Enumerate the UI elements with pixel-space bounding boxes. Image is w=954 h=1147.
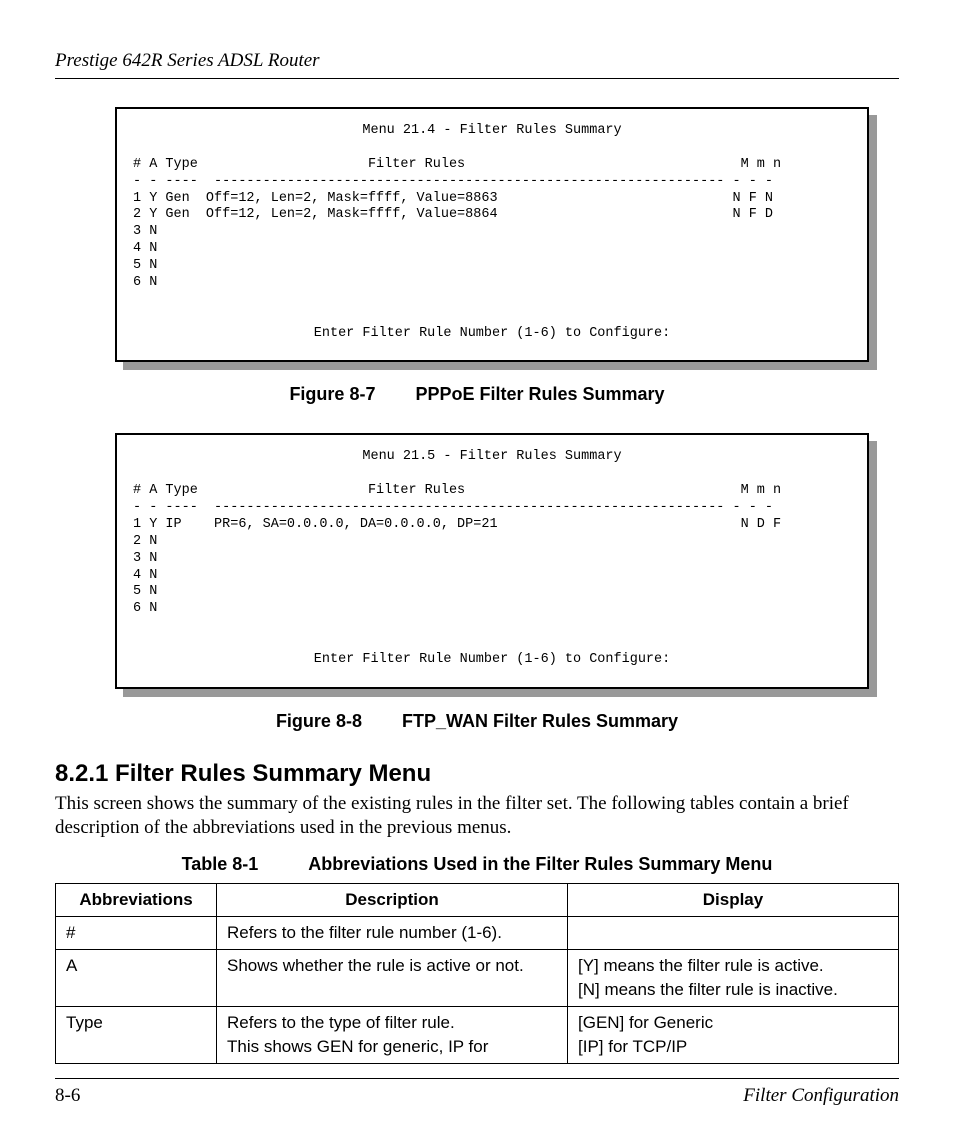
- menu-box-2: Menu 21.5 - Filter Rules Summary # A Typ…: [115, 433, 869, 688]
- abbreviations-table: Abbreviations Description Display #Refer…: [55, 883, 899, 1064]
- cell-description: Shows whether the rule is active or not.: [217, 950, 568, 1007]
- menu1-row: 6 N: [133, 275, 157, 290]
- cell-display: [GEN] for Generic[IP] for TCP/IP: [568, 1007, 899, 1064]
- menu2-sep: - - ---- -------------------------------…: [133, 500, 773, 515]
- menu1-row: 2 Y Gen Off=12, Len=2, Mask=ffff, Value=…: [133, 207, 773, 222]
- table-row: TypeRefers to the type of filter rule.Th…: [56, 1007, 899, 1064]
- table-num: Table 8-1: [182, 854, 259, 875]
- footer-title: Filter Configuration: [743, 1085, 899, 1107]
- menu2-row: 1 Y IP PR=6, SA=0.0.0.0, DA=0.0.0.0, DP=…: [133, 517, 781, 532]
- menu1-sep: - - ---- -------------------------------…: [133, 174, 773, 189]
- table-row: AShows whether the rule is active or not…: [56, 950, 899, 1007]
- section-paragraph: This screen shows the summary of the exi…: [55, 792, 899, 841]
- menu2-title: Menu 21.5 - Filter Rules Summary: [133, 449, 851, 466]
- menu2-row: 2 N: [133, 534, 157, 549]
- cell-description: Refers to the type of filter rule.This s…: [217, 1007, 568, 1064]
- page-footer: 8-6 Filter Configuration: [55, 1078, 899, 1107]
- th-abbreviations: Abbreviations: [56, 884, 217, 917]
- cell-description: Refers to the filter rule number (1-6).: [217, 917, 568, 950]
- menu2-row: 6 N: [133, 601, 157, 616]
- menu1-row: 4 N: [133, 241, 157, 256]
- table-header-row: Abbreviations Description Display: [56, 884, 899, 917]
- menu-content-1: Menu 21.4 - Filter Rules Summary # A Typ…: [115, 107, 869, 362]
- menu1-row: 3 N: [133, 224, 157, 239]
- menu1-prompt: Enter Filter Rule Number (1-6) to Config…: [133, 326, 851, 343]
- table-title: Abbreviations Used in the Filter Rules S…: [308, 854, 772, 874]
- menu2-row: 5 N: [133, 584, 157, 599]
- menu2-row: 4 N: [133, 568, 157, 583]
- menu2-row: 3 N: [133, 551, 157, 566]
- running-header: Prestige 642R Series ADSL Router: [55, 50, 899, 79]
- menu1-row: 5 N: [133, 258, 157, 273]
- cell-abbr: Type: [56, 1007, 217, 1064]
- figure-title-1: PPPoE Filter Rules Summary: [415, 384, 664, 404]
- section-heading: 8.2.1 Filter Rules Summary Menu: [55, 760, 899, 788]
- menu2-head: # A Type Filter Rules M m n: [133, 483, 781, 498]
- th-display: Display: [568, 884, 899, 917]
- menu2-prompt: Enter Filter Rule Number (1-6) to Config…: [133, 652, 851, 669]
- menu1-head: # A Type Filter Rules M m n: [133, 157, 781, 172]
- figure-caption-2: Figure 8-8 FTP_WAN Filter Rules Summary: [55, 711, 899, 732]
- figure-num-1: Figure 8-7: [289, 384, 375, 405]
- menu-content-2: Menu 21.5 - Filter Rules Summary # A Typ…: [115, 433, 869, 688]
- table-row: #Refers to the filter rule number (1-6).: [56, 917, 899, 950]
- menu-box-1: Menu 21.4 - Filter Rules Summary # A Typ…: [115, 107, 869, 362]
- figure-caption-1: Figure 8-7 PPPoE Filter Rules Summary: [55, 384, 899, 405]
- cell-abbr: #: [56, 917, 217, 950]
- cell-display: [Y] means the filter rule is active.[N] …: [568, 950, 899, 1007]
- table-caption: Table 8-1 Abbreviations Used in the Filte…: [55, 854, 899, 875]
- page-number: 8-6: [55, 1085, 80, 1107]
- figure-num-2: Figure 8-8: [276, 711, 362, 732]
- menu1-title: Menu 21.4 - Filter Rules Summary: [133, 123, 851, 140]
- cell-display: [568, 917, 899, 950]
- figure-title-2: FTP_WAN Filter Rules Summary: [402, 711, 678, 731]
- cell-abbr: A: [56, 950, 217, 1007]
- menu1-row: 1 Y Gen Off=12, Len=2, Mask=ffff, Value=…: [133, 191, 773, 206]
- th-description: Description: [217, 884, 568, 917]
